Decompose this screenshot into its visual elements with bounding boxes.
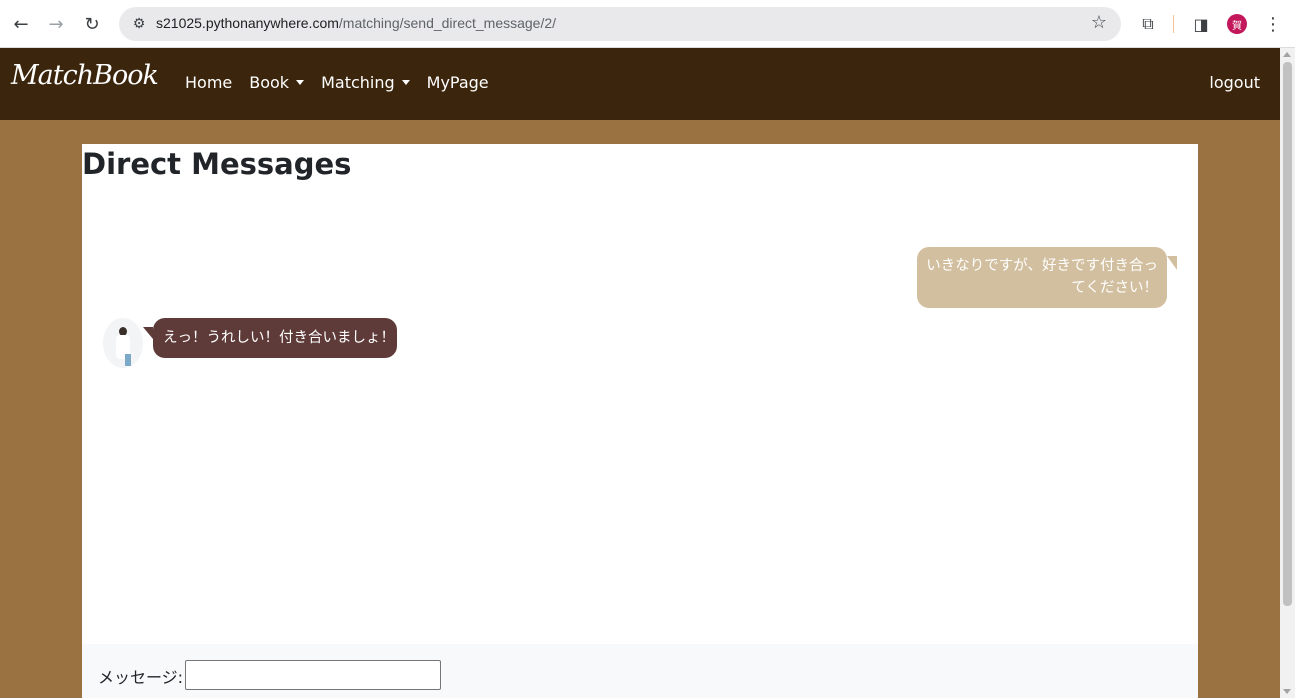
url-host: s21025.pythonanywhere.com: [156, 15, 339, 31]
received-message-text: えっ！うれしい！付き合いましょ！: [163, 330, 395, 346]
brand-logo[interactable]: MatchBook: [11, 60, 159, 91]
caret-down-icon: [401, 80, 410, 85]
nav-mypage[interactable]: MyPage: [427, 73, 489, 92]
extensions-icon[interactable]: ⧉: [1136, 12, 1160, 36]
site-info-icon[interactable]: ⚙: [127, 12, 151, 36]
bubble-tail: [1167, 256, 1177, 270]
scroll-up-icon[interactable]: [1283, 52, 1291, 57]
url-text[interactable]: s21025.pythonanywhere.com/matching/send_…: [156, 15, 556, 31]
nav-matching-dropdown[interactable]: Matching: [321, 73, 410, 92]
caret-down-icon: [296, 80, 305, 85]
page-viewport: MatchBook Home Book Matching MyPage logo…: [0, 48, 1280, 698]
scrollbar-thumb[interactable]: [1283, 62, 1292, 606]
profile-avatar[interactable]: 賀: [1227, 14, 1247, 34]
nav-home-label: Home: [185, 73, 233, 92]
sent-message-text: いきなりですが、好きです付き合ってください！: [926, 258, 1158, 296]
scroll-down-icon[interactable]: [1283, 689, 1291, 694]
site-navbar: MatchBook Home Book Matching MyPage logo…: [0, 48, 1280, 120]
bookmark-star-icon[interactable]: ☆: [1091, 12, 1107, 33]
logout-link[interactable]: logout: [1209, 73, 1260, 92]
url-path: /matching/send_direct_message/2/: [338, 15, 557, 31]
forward-arrow-icon[interactable]: →: [44, 12, 68, 36]
browser-menu-icon[interactable]: ⋮: [1264, 12, 1282, 36]
nav-matching-label: Matching: [321, 73, 395, 92]
nav-home[interactable]: Home: [185, 73, 232, 92]
nav-mypage-label: MyPage: [426, 73, 489, 92]
sent-message-bubble: いきなりですが、好きです付き合ってください！: [917, 247, 1177, 308]
partner-avatar: [103, 318, 143, 368]
address-bar[interactable]: ⚙ s21025.pythonanywhere.com/matching/sen…: [119, 7, 1121, 41]
nav-book-label: Book: [249, 73, 290, 92]
toolbar-divider: [1173, 15, 1174, 33]
received-message-bubble: えっ！うれしい！付き合いましょ！: [143, 318, 397, 358]
reload-icon[interactable]: ↻: [80, 12, 104, 36]
side-panel-icon[interactable]: ◨: [1189, 12, 1213, 36]
message-card: Direct Messages いきなりですが、好きです付き合ってください！ え…: [82, 144, 1198, 698]
bubble-tail: [143, 327, 153, 339]
message-input[interactable]: [185, 660, 441, 690]
message-label: メッセージ:: [98, 668, 184, 687]
page-title: Direct Messages: [82, 147, 352, 181]
browser-toolbar: ← → ↻ ⚙ s21025.pythonanywhere.com/matchi…: [0, 0, 1295, 48]
message-form: メッセージ:: [82, 644, 1198, 698]
nav-links: Home Book Matching MyPage: [185, 73, 506, 92]
nav-book-dropdown[interactable]: Book: [249, 73, 305, 92]
page-scrollbar[interactable]: [1280, 48, 1295, 698]
back-arrow-icon[interactable]: ←: [9, 12, 33, 36]
avatar-legs: [125, 354, 131, 366]
